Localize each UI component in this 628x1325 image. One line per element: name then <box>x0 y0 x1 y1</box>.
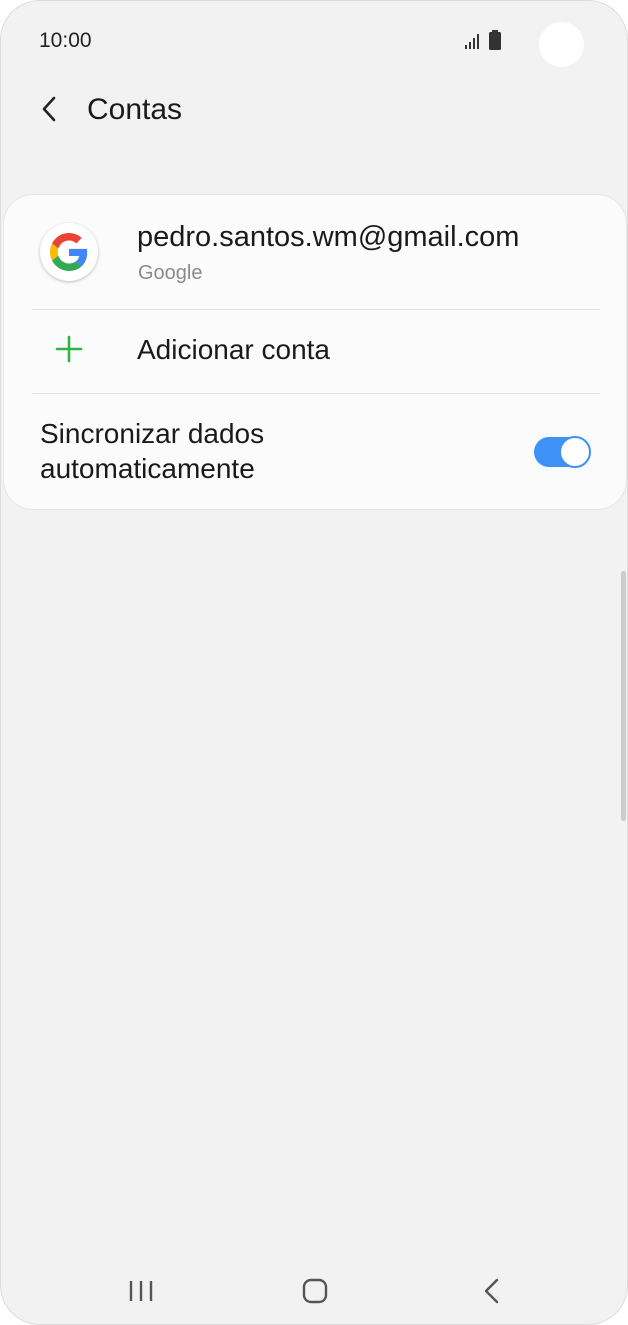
account-type: Google <box>138 262 203 284</box>
scrollbar[interactable] <box>621 571 626 821</box>
add-account-label: Adicionar conta <box>137 334 331 365</box>
account-email: pedro.santos.wm@gmail.com <box>137 221 520 253</box>
auto-sync-setting[interactable]: Sincronizar dados automaticamente <box>4 394 627 510</box>
status-time: 10:00 <box>39 29 92 52</box>
accounts-card: pedro.santos.wm@gmail.com Google Adicion… <box>3 194 627 510</box>
home-icon[interactable] <box>298 1275 332 1307</box>
back-icon[interactable] <box>477 1275 507 1307</box>
account-item-google[interactable]: pedro.santos.wm@gmail.com Google <box>4 195 627 309</box>
app-bar: Contas <box>1 81 627 141</box>
google-icon <box>40 223 98 281</box>
auto-sync-label: Sincronizar dados automaticamente <box>40 418 265 484</box>
recents-icon[interactable] <box>124 1276 158 1306</box>
signal-icon <box>465 34 479 49</box>
back-button[interactable] <box>31 91 67 127</box>
plus-icon <box>55 335 83 363</box>
page-title: Contas <box>87 93 183 126</box>
toggle-knob <box>559 436 591 468</box>
battery-icon <box>489 30 501 50</box>
navigation-bar <box>1 1256 627 1324</box>
camera-cutout <box>539 22 584 67</box>
device-screen: 10:00 Contas pedro.santos.wm@gmail.com G… <box>0 0 628 1325</box>
add-account-button[interactable]: Adicionar conta <box>4 310 627 393</box>
chevron-left-icon <box>42 96 56 122</box>
status-bar: 10:00 <box>1 1 627 81</box>
auto-sync-toggle[interactable] <box>534 436 592 468</box>
